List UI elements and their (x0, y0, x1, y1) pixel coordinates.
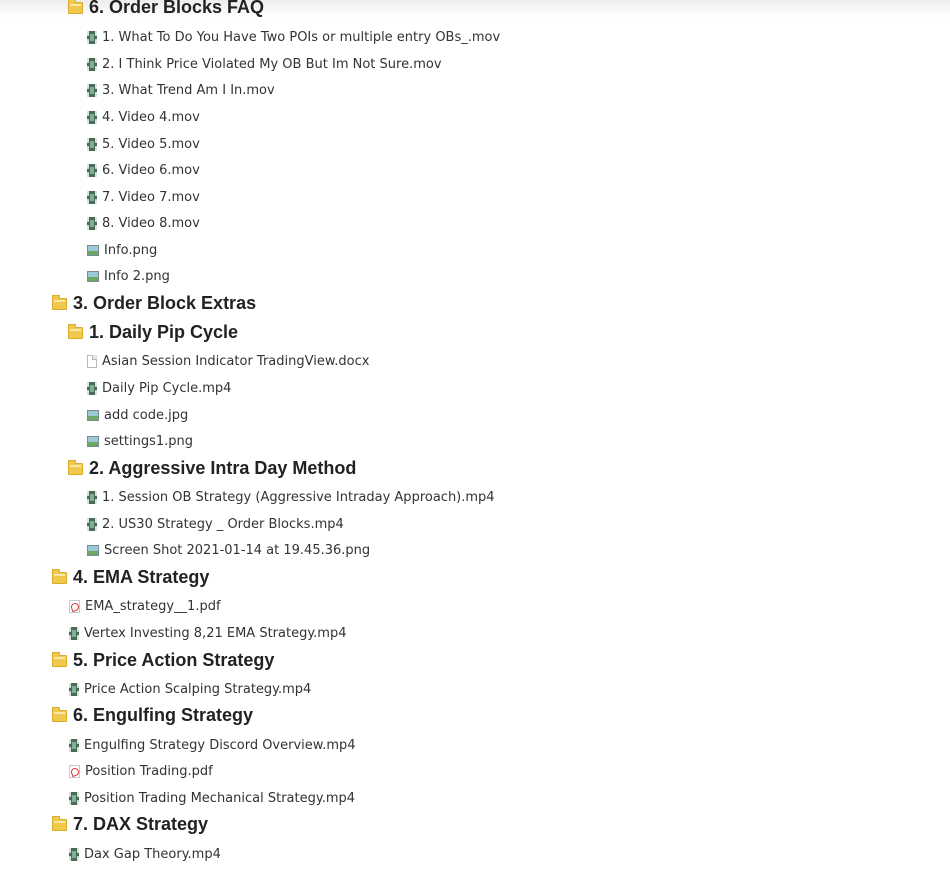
file-item[interactable]: Info 2.png (87, 266, 170, 286)
file-label: Position Trading Mechanical Strategy.mp4 (84, 790, 356, 806)
file-label: Info 2.png (104, 268, 170, 284)
folder-label: 4. EMA Strategy (73, 566, 210, 587)
file-label: EMA_strategy__1.pdf (85, 598, 221, 614)
folder-label: 6. Engulfing Strategy (73, 704, 254, 725)
folder-label: 7. DAX Strategy (73, 813, 209, 834)
video-file-icon (87, 216, 97, 230)
file-item[interactable]: 2. I Think Price Violated My OB But Im N… (87, 54, 442, 74)
file-label: Vertex Investing 8,21 EMA Strategy.mp4 (84, 625, 347, 641)
file-label: Screen Shot 2021-01-14 at 19.45.36.png (104, 542, 371, 558)
file-label: Dax Gap Theory.mp4 (84, 846, 221, 862)
file-label: Asian Session Indicator TradingView.docx (102, 353, 370, 369)
file-label: 6. Video 6.mov (102, 162, 200, 178)
file-item[interactable]: EMA_strategy__1.pdf (69, 596, 221, 616)
folder-icon (52, 569, 67, 584)
video-file-icon (69, 682, 79, 696)
folder-ema-strategy[interactable]: 4. EMA Strategy (52, 565, 209, 589)
image-file-icon (87, 270, 99, 282)
folder-icon (52, 816, 67, 831)
file-item[interactable]: Screen Shot 2021-01-14 at 19.45.36.png (87, 540, 370, 560)
file-item[interactable]: Info.png (87, 240, 157, 260)
video-file-icon (87, 83, 97, 97)
file-item[interactable]: Position Trading.pdf (69, 761, 213, 781)
file-item[interactable]: 1. Session OB Strategy (Aggressive Intra… (87, 487, 495, 507)
file-item[interactable]: 4. Video 4.mov (87, 107, 200, 127)
file-label: 8. Video 8.mov (102, 215, 200, 231)
file-item[interactable]: 3. What Trend Am I In.mov (87, 80, 275, 100)
file-item[interactable]: 5. Video 5.mov (87, 134, 200, 154)
file-item[interactable]: Price Action Scalping Strategy.mp4 (69, 679, 311, 699)
file-label: 1. Session OB Strategy (Aggressive Intra… (102, 489, 495, 505)
image-file-icon (87, 435, 99, 447)
file-label: Price Action Scalping Strategy.mp4 (84, 681, 312, 697)
video-file-icon (87, 137, 97, 151)
file-label: 2. US30 Strategy _ Order Blocks.mp4 (102, 516, 344, 532)
file-label: 4. Video 4.mov (102, 109, 200, 125)
folder-label: 6. Order Blocks FAQ (89, 0, 265, 17)
folder-icon (68, 0, 83, 14)
video-file-icon (87, 163, 97, 177)
pdf-file-icon (69, 764, 80, 778)
video-file-icon (87, 190, 97, 204)
file-item[interactable]: Daily Pip Cycle.mp4 (87, 378, 231, 398)
folder-icon (52, 295, 67, 310)
folder-order-blocks-faq[interactable]: 6. Order Blocks FAQ (68, 0, 264, 19)
file-item[interactable]: 2. US30 Strategy _ Order Blocks.mp4 (87, 514, 344, 534)
file-item[interactable]: add code.jpg (87, 405, 188, 425)
video-file-icon (87, 381, 97, 395)
folder-daily-pip-cycle[interactable]: 1. Daily Pip Cycle (68, 320, 238, 344)
image-file-icon (87, 244, 99, 256)
file-item[interactable]: settings1.png (87, 431, 193, 451)
file-item[interactable]: 7. Video 7.mov (87, 187, 200, 207)
file-label: Daily Pip Cycle.mp4 (102, 380, 232, 396)
folder-label: 2. Aggressive Intra Day Method (89, 457, 357, 478)
file-item[interactable]: 6. Video 6.mov (87, 160, 200, 180)
file-item[interactable]: Asian Session Indicator TradingView.docx (87, 351, 369, 371)
video-file-icon (69, 738, 79, 752)
folder-aggressive-intra-day-method[interactable]: 2. Aggressive Intra Day Method (68, 456, 356, 480)
folder-icon (68, 324, 83, 339)
video-file-icon (87, 490, 97, 504)
video-file-icon (87, 30, 97, 44)
file-item[interactable]: 1. What To Do You Have Two POIs or multi… (87, 27, 500, 47)
file-label: add code.jpg (104, 407, 189, 423)
folder-dax-strategy[interactable]: 7. DAX Strategy (52, 812, 208, 836)
folder-label: 3. Order Block Extras (73, 292, 257, 313)
file-label: Position Trading.pdf (85, 763, 213, 779)
document-file-icon (87, 354, 97, 368)
folder-icon (52, 652, 67, 667)
folder-order-block-extras[interactable]: 3. Order Block Extras (52, 291, 256, 315)
file-item[interactable]: Vertex Investing 8,21 EMA Strategy.mp4 (69, 623, 347, 643)
folder-label: 5. Price Action Strategy (73, 649, 275, 670)
file-item[interactable]: Dax Gap Theory.mp4 (69, 844, 221, 864)
file-label: 3. What Trend Am I In.mov (102, 82, 275, 98)
video-file-icon (87, 517, 97, 531)
file-label: 2. I Think Price Violated My OB But Im N… (102, 56, 442, 72)
folder-icon (52, 707, 67, 722)
file-item[interactable]: 8. Video 8.mov (87, 213, 200, 233)
video-file-icon (69, 847, 79, 861)
file-label: 7. Video 7.mov (102, 189, 200, 205)
video-file-icon (69, 626, 79, 640)
image-file-icon (87, 544, 99, 556)
folder-price-action-strategy[interactable]: 5. Price Action Strategy (52, 648, 274, 672)
folder-engulfing-strategy[interactable]: 6. Engulfing Strategy (52, 703, 253, 727)
folder-label: 1. Daily Pip Cycle (89, 321, 239, 342)
file-label: 1. What To Do You Have Two POIs or multi… (102, 29, 501, 45)
file-label: settings1.png (104, 433, 193, 449)
video-file-icon (87, 110, 97, 124)
file-label: Info.png (104, 242, 158, 258)
file-label: 5. Video 5.mov (102, 136, 200, 152)
image-file-icon (87, 409, 99, 421)
folder-icon (68, 460, 83, 475)
file-item[interactable]: Position Trading Mechanical Strategy.mp4 (69, 788, 355, 808)
video-file-icon (87, 57, 97, 71)
video-file-icon (69, 791, 79, 805)
file-label: Engulfing Strategy Discord Overview.mp4 (84, 737, 356, 753)
pdf-file-icon (69, 599, 80, 613)
file-item[interactable]: Engulfing Strategy Discord Overview.mp4 (69, 735, 356, 755)
